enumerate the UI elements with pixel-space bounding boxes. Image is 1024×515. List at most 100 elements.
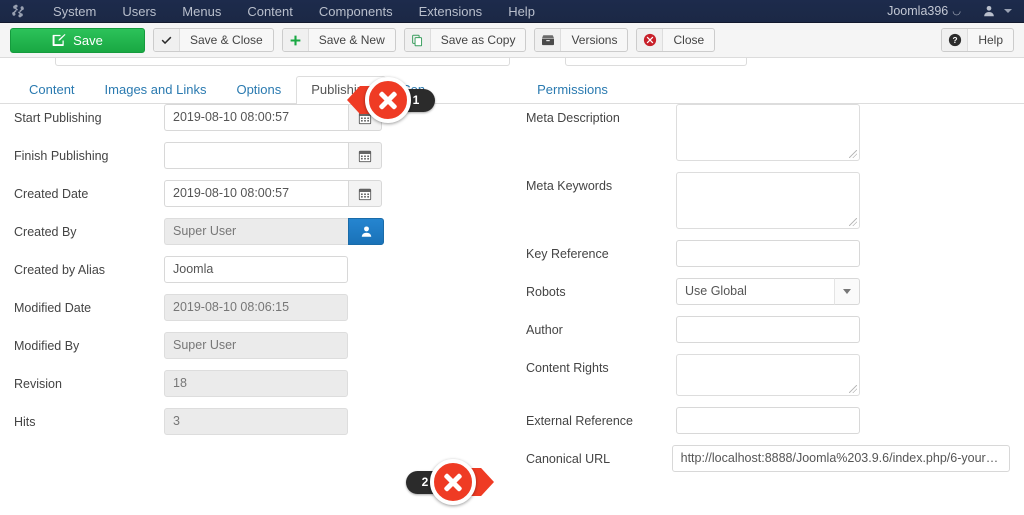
field-label: Revision bbox=[14, 377, 62, 391]
finish-publishing-input[interactable] bbox=[164, 142, 348, 169]
save-and-close-button[interactable]: Save & Close bbox=[153, 28, 274, 52]
user-menu[interactable] bbox=[983, 5, 1012, 17]
save-and-new-button[interactable]: Save & New bbox=[281, 28, 396, 52]
field-label: Modified By bbox=[14, 339, 80, 353]
joomla-logo-icon[interactable] bbox=[8, 3, 28, 19]
annotation-marker-2: 2 bbox=[406, 459, 494, 505]
created-by-input[interactable]: Super User bbox=[164, 218, 348, 245]
svg-text:?: ? bbox=[952, 35, 957, 45]
meta-keywords-textarea[interactable] bbox=[676, 172, 860, 229]
field-created-date: Created Date 2019-08-10 08:00:57 bbox=[14, 180, 494, 207]
copy-icon bbox=[404, 29, 431, 51]
author-input[interactable] bbox=[676, 316, 860, 343]
tab-permissions[interactable]: Permissions bbox=[522, 76, 623, 104]
created-by-alias-input[interactable]: Joomla bbox=[164, 256, 348, 283]
save-button-label: Save bbox=[73, 32, 103, 48]
menu-item-help[interactable]: Help bbox=[495, 0, 548, 23]
finish-publishing-control bbox=[164, 142, 382, 169]
user-picker-icon[interactable] bbox=[348, 218, 384, 245]
created-date-control: 2019-08-10 08:00:57 bbox=[164, 180, 382, 207]
save-button[interactable]: Save bbox=[10, 27, 145, 53]
field-created-by: Created By Super User bbox=[14, 218, 494, 245]
field-modified-date: Modified Date 2019-08-10 08:06:15 bbox=[14, 294, 494, 321]
tab-content[interactable]: Content bbox=[14, 76, 90, 104]
question-circle-icon: ? bbox=[942, 29, 969, 51]
field-label: Hits bbox=[14, 415, 36, 429]
key-reference-input[interactable] bbox=[676, 240, 860, 267]
save-as-copy-button[interactable]: Save as Copy bbox=[403, 28, 527, 52]
annotation-x-icon bbox=[430, 459, 476, 505]
field-modified-by: Modified By Super User bbox=[14, 332, 494, 359]
plus-icon bbox=[282, 29, 309, 51]
field-content-rights: Content Rights bbox=[526, 354, 1010, 396]
menu-item-extensions[interactable]: Extensions bbox=[406, 0, 496, 23]
tab-options[interactable]: Options bbox=[221, 76, 296, 104]
help-button[interactable]: ? Help bbox=[941, 28, 1014, 52]
admin-menu-bar: System Users Menus Content Components Ex… bbox=[0, 0, 1024, 23]
menu-item-components[interactable]: Components bbox=[306, 0, 406, 23]
field-label: Finish Publishing bbox=[14, 149, 109, 163]
tab-images-and-links[interactable]: Images and Links bbox=[90, 76, 222, 104]
start-publishing-input[interactable]: 2019-08-10 08:00:57 bbox=[164, 104, 348, 131]
robots-select[interactable]: Use Global bbox=[676, 278, 860, 305]
field-canonical-url: Canonical URL http://localhost:8888/Joom… bbox=[526, 445, 1010, 472]
menu-item-menus[interactable]: Menus bbox=[169, 0, 234, 23]
field-revision: Revision 18 bbox=[14, 370, 494, 397]
menu-item-system[interactable]: System bbox=[40, 0, 109, 23]
field-label: Start Publishing bbox=[14, 111, 102, 125]
hits-value: 3 bbox=[164, 408, 348, 435]
field-label: Canonical URL bbox=[526, 452, 611, 466]
field-label: Content Rights bbox=[526, 361, 609, 375]
clipped-field-right[interactable] bbox=[565, 58, 747, 66]
field-label: Key Reference bbox=[526, 247, 609, 261]
field-label: Modified Date bbox=[14, 301, 92, 315]
calendar-icon[interactable] bbox=[348, 142, 382, 169]
publishing-right-column: Meta Description Meta Keywords Key Refer… bbox=[526, 104, 1010, 472]
field-label: Created Date bbox=[14, 187, 89, 201]
field-key-reference: Key Reference bbox=[526, 240, 1010, 267]
modified-by-value: Super User bbox=[164, 332, 348, 359]
save-as-copy-label: Save as Copy bbox=[440, 33, 516, 47]
field-external-reference: External Reference bbox=[526, 407, 1010, 434]
help-label: Help bbox=[978, 33, 1003, 47]
meta-description-textarea[interactable] bbox=[676, 104, 860, 161]
tab-strip: Content Images and Links Options Publish… bbox=[0, 76, 1024, 104]
canonical-url-input[interactable]: http://localhost:8888/Joomla%203.9.6/ind… bbox=[671, 445, 1010, 472]
versions-label: Versions bbox=[571, 33, 618, 47]
annotation-x-icon bbox=[365, 77, 411, 123]
menu-item-content[interactable]: Content bbox=[234, 0, 306, 23]
revision-value: 18 bbox=[164, 370, 348, 397]
field-label: Created By bbox=[14, 225, 77, 239]
field-label: Meta Description bbox=[526, 111, 620, 125]
field-label: External Reference bbox=[526, 414, 634, 428]
annotation-marker-1: 1 bbox=[347, 77, 435, 123]
field-finish-publishing: Finish Publishing bbox=[14, 142, 494, 169]
field-label: Robots bbox=[526, 285, 566, 299]
admin-menu: System Users Menus Content Components Ex… bbox=[40, 0, 548, 23]
field-label: Author bbox=[526, 323, 563, 337]
save-and-close-label: Save & Close bbox=[190, 33, 263, 47]
field-author: Author bbox=[526, 316, 1010, 343]
content-rights-textarea[interactable] bbox=[676, 354, 860, 396]
clipped-field-left[interactable] bbox=[55, 58, 510, 66]
field-meta-keywords: Meta Keywords bbox=[526, 172, 1010, 229]
publishing-left-column: Start Publishing 2019-08-10 08:00:57 Fin… bbox=[14, 104, 494, 435]
field-created-by-alias: Created by Alias Joomla bbox=[14, 256, 494, 283]
close-button[interactable]: Close bbox=[636, 28, 716, 52]
editor-toolbar: Save Save & Close Save & New Save as Cop… bbox=[0, 23, 1024, 58]
clipped-fields-row bbox=[0, 58, 1024, 72]
modified-date-value: 2019-08-10 08:06:15 bbox=[164, 294, 348, 321]
field-hits: Hits 3 bbox=[14, 408, 494, 435]
chevron-down-icon[interactable] bbox=[834, 278, 860, 305]
check-icon bbox=[154, 29, 180, 51]
field-meta-description: Meta Description bbox=[526, 104, 1010, 161]
external-link-icon[interactable]: ◡ bbox=[952, 6, 961, 17]
chevron-down-icon bbox=[1004, 9, 1012, 13]
menu-item-users[interactable]: Users bbox=[109, 0, 169, 23]
field-robots: Robots Use Global bbox=[526, 278, 1010, 305]
external-reference-input[interactable] bbox=[676, 407, 860, 434]
created-date-input[interactable]: 2019-08-10 08:00:57 bbox=[164, 180, 348, 207]
calendar-icon[interactable] bbox=[348, 180, 382, 207]
versions-button[interactable]: Versions bbox=[534, 28, 629, 52]
site-name-link[interactable]: Joomla396 bbox=[887, 4, 948, 18]
